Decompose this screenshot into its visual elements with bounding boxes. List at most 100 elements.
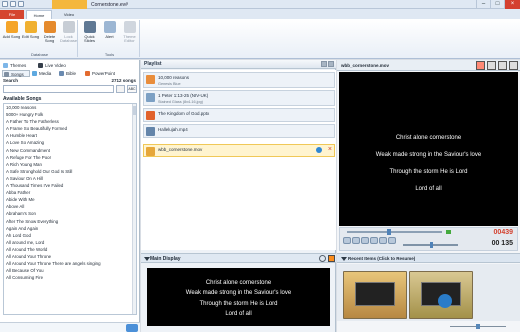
song-list-item[interactable]: A New Commandment	[4, 147, 136, 154]
recent-item-thumbnail[interactable]	[343, 271, 407, 319]
song-list-item[interactable]: A Rich Young Man	[4, 161, 136, 168]
alert-icon	[103, 21, 116, 33]
song-list-item[interactable]: A Father To The Fatherless	[4, 118, 136, 125]
stop-icon[interactable]	[509, 61, 518, 70]
powerpoint-icon	[85, 71, 90, 76]
quick-slides-icon	[83, 21, 96, 33]
volume-handle[interactable]	[430, 242, 433, 248]
play-icon[interactable]	[361, 237, 369, 244]
playlist-item[interactable]: The Kingdom of God.pptx	[143, 108, 335, 122]
save-icon[interactable]	[2, 1, 8, 7]
video-icon	[146, 147, 155, 156]
camera-icon[interactable]	[328, 255, 335, 262]
song-list-item[interactable]: All Around Your Throne	[4, 253, 136, 260]
volume-slider[interactable]	[403, 242, 458, 248]
song-list-item[interactable]: Abraham's Son	[4, 210, 136, 217]
tab-themes[interactable]: Themes	[2, 62, 36, 69]
lock-database-button[interactable]: Lock Database	[59, 21, 78, 47]
song-list-item[interactable]: Abba Father	[4, 189, 136, 196]
recent-items-header: Recent Items (Click to Resume)	[337, 253, 520, 263]
logo-icon[interactable]	[498, 61, 507, 70]
song-list-item[interactable]: A Safe Stronghold Our God Is Still	[4, 168, 136, 175]
delete-song-button[interactable]: Delete Song	[40, 21, 59, 47]
black-screen-icon[interactable]	[476, 61, 485, 70]
abc-sort-button[interactable]: ABC	[127, 85, 137, 93]
tab-media[interactable]: Media	[31, 70, 57, 77]
next-icon[interactable]	[388, 237, 396, 244]
search-input[interactable]	[3, 85, 114, 93]
rewind-icon[interactable]	[352, 237, 360, 244]
song-list-item[interactable]: All Consuming Fire	[4, 274, 136, 281]
add-song-button[interactable]: Add Song	[2, 21, 21, 47]
maximize-button[interactable]: □	[490, 0, 504, 9]
main-display-label: Main Display	[150, 256, 181, 262]
playlist-item[interactable]: 10,000 reasons Genesis Blue	[143, 72, 335, 88]
filter-button[interactable]	[116, 85, 125, 93]
media-icon	[32, 71, 37, 76]
forward-icon[interactable]	[379, 237, 387, 244]
library-footer	[0, 322, 140, 332]
song-list-item[interactable]: All Because Of You	[4, 267, 136, 274]
close-button[interactable]: ×	[504, 0, 520, 9]
song-list-item[interactable]: 10,000 reasons	[4, 104, 136, 111]
zoom-slider[interactable]	[446, 324, 511, 330]
theme-editor-button[interactable]: Theme Editor	[120, 21, 139, 47]
tab-songs[interactable]: Songs	[2, 70, 30, 77]
tab-file[interactable]: File	[0, 10, 24, 19]
song-rows: 10,000 reasons 5000+ Hungry Folk A Father …	[4, 104, 136, 281]
go-live-icon[interactable]	[316, 147, 322, 153]
tab-live-video[interactable]: Live Video	[37, 62, 77, 69]
tab-home[interactable]: Home	[26, 10, 52, 19]
lyric-line: Weak made strong in the Saviour's love	[375, 152, 482, 158]
song-list-item[interactable]: All Around Your Throne There are angels …	[4, 260, 136, 267]
collapse-arrow-icon[interactable]	[341, 257, 347, 261]
song-list-item[interactable]: A Frame So Beautifully Formed	[4, 125, 136, 132]
playlist-settings-icon[interactable]	[321, 61, 327, 67]
playlist-item-active[interactable]: wbb_cornerstone.mov ×	[143, 144, 335, 157]
song-list-item[interactable]: Again And Again	[4, 225, 136, 232]
zoom-thumb[interactable]	[476, 324, 480, 329]
tab-bible[interactable]: Bible	[58, 70, 83, 77]
lyric-line: Through the storm He is Lord	[199, 301, 278, 307]
previous-icon[interactable]	[343, 237, 351, 244]
lock-icon	[62, 21, 75, 33]
playlist-item[interactable]: Hallelujah.mp4	[143, 124, 335, 138]
song-list-item[interactable]: Ah Lord God	[4, 232, 136, 239]
tab-powerpoint[interactable]: PowerPoint	[84, 70, 130, 77]
playlist-save-icon[interactable]	[328, 61, 334, 67]
tab-video[interactable]: Video	[56, 10, 82, 19]
seek-handle[interactable]	[387, 229, 391, 235]
song-list-item[interactable]: A Saviour On A Hill	[4, 175, 136, 182]
search-icon[interactable]	[319, 255, 326, 262]
song-list-scrollbar[interactable]	[132, 104, 136, 314]
song-list-item[interactable]: After The Snow Everything	[4, 218, 136, 225]
edit-song-button[interactable]: Edit Song	[21, 21, 40, 47]
quick-slides-button[interactable]: Quick Slides	[80, 21, 99, 47]
alert-button[interactable]: Alert	[100, 21, 119, 47]
countdown-timer: 00439	[493, 229, 513, 236]
recent-items-area	[337, 264, 520, 321]
delete-icon[interactable]: ×	[328, 146, 332, 153]
undo-icon[interactable]	[10, 1, 16, 7]
song-list-item[interactable]: A Thousand Times I've Failed	[4, 182, 136, 189]
scrollbar-thumb[interactable]	[133, 106, 136, 115]
song-list-item[interactable]: Abide With Me	[4, 196, 136, 203]
pause-icon[interactable]	[370, 237, 378, 244]
song-list-item[interactable]: A Refuge For The Poor	[4, 154, 136, 161]
ribbon-tabs: File Home Video	[0, 9, 520, 19]
playlist-item[interactable]: 1 Peter 1:13-25 (NIV-UK) Stained Glass (8…	[143, 90, 335, 106]
song-list-item[interactable]: All Around The World	[4, 246, 136, 253]
clear-icon[interactable]	[487, 61, 496, 70]
song-list-item[interactable]: A Humble Heart	[4, 132, 136, 139]
lyric-line: Christ alone cornerstone	[205, 280, 272, 286]
song-list-item[interactable]: Above All	[4, 203, 136, 210]
redo-icon[interactable]	[18, 1, 24, 7]
seek-slider[interactable]	[347, 229, 442, 235]
song-list-item[interactable]: All around me, Lord	[4, 239, 136, 246]
recent-item-thumbnail[interactable]	[409, 271, 473, 319]
song-list-item[interactable]: A Love So Amazing	[4, 139, 136, 146]
song-list[interactable]: 10,000 reasons 5000+ Hungry Folk A Father …	[3, 103, 137, 315]
add-to-playlist-button[interactable]	[126, 324, 138, 332]
song-list-item[interactable]: 5000+ Hungry Folk	[4, 111, 136, 118]
minimize-button[interactable]: –	[476, 0, 490, 9]
